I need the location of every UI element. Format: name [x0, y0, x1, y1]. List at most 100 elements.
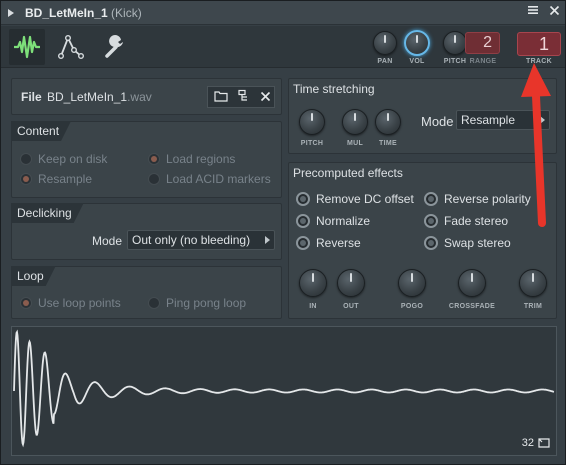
radio-icon [424, 214, 438, 228]
option-label: Keep on disk [38, 152, 108, 166]
open-folder-button[interactable] [211, 86, 231, 106]
zoom-control[interactable]: 32 [522, 437, 550, 449]
fade-stereo-option[interactable]: Fade stereo [424, 214, 508, 228]
ping-pong-loop-option[interactable]: Ping pong loop [148, 296, 246, 310]
title-bar[interactable]: BD_LetMeIn_1 (Kick) [1, 1, 565, 25]
remove-dc-offset-option[interactable]: Remove DC offset [296, 192, 414, 206]
out-label: OUT [343, 303, 359, 310]
pan-knob[interactable] [373, 31, 397, 55]
radio-icon [20, 297, 32, 309]
mixer-track-value[interactable]: 1 [517, 32, 561, 56]
loop-panel: Loop Use loop points Ping pong loop [11, 266, 282, 319]
remove-file-button[interactable] [255, 86, 275, 106]
pan-label: PAN [377, 58, 393, 65]
radio-icon [296, 214, 310, 228]
channel-name: BD_LetMeIn_1 [25, 6, 108, 20]
option-label: Use loop points [38, 296, 121, 310]
tab-misc[interactable] [97, 29, 133, 65]
keep-on-disk-option[interactable]: Keep on disk [20, 152, 107, 166]
radio-icon [148, 153, 160, 165]
ts-time-knob[interactable] [375, 109, 401, 135]
close-icon[interactable] [546, 4, 562, 20]
ts-mode-dropdown[interactable]: Resample [456, 110, 550, 130]
track-label: TRACK [526, 58, 552, 65]
zoom-value: 32 [521, 437, 534, 449]
out-knob[interactable] [337, 269, 365, 297]
radio-icon [20, 173, 32, 185]
folder-icon [214, 91, 228, 102]
channel-subtitle: (Kick) [111, 6, 142, 20]
option-label: Reverse polarity [444, 192, 531, 206]
precomputed-heading: Precomputed effects [293, 166, 403, 180]
pitch-range-value[interactable]: 2 [465, 32, 500, 54]
in-label: IN [309, 303, 317, 310]
resample-option[interactable]: Resample [20, 172, 92, 186]
normalize-option[interactable]: Normalize [296, 214, 370, 228]
file-extension: .wav [127, 90, 152, 104]
chevron-right-icon [540, 116, 545, 124]
content-heading: Content [11, 121, 71, 141]
ts-mul-knob[interactable] [342, 109, 368, 135]
reverse-option[interactable]: Reverse [296, 236, 361, 250]
trim-knob[interactable] [519, 269, 547, 297]
tab-sample[interactable] [9, 29, 45, 65]
wrench-icon [105, 35, 123, 58]
option-label: Load regions [166, 152, 236, 166]
in-knob[interactable] [299, 269, 327, 297]
dropdown-value: Out only (no bleeding) [132, 233, 251, 247]
option-label: Normalize [316, 214, 371, 228]
declick-mode-dropdown[interactable]: Out only (no bleeding) [127, 230, 275, 250]
waveform-graphic [13, 329, 555, 448]
waveform-display[interactable]: 32 [11, 326, 557, 456]
tab-envelope[interactable] [53, 29, 89, 65]
radio-icon [20, 153, 32, 165]
swap-stereo-option[interactable]: Swap stereo [424, 236, 511, 250]
option-label: Reverse [316, 236, 361, 250]
crossfade-label: CROSSFADE [448, 303, 496, 310]
range-label: RANGE [469, 58, 497, 65]
hamburger-icon[interactable] [525, 4, 541, 20]
pitch-knob[interactable] [443, 31, 467, 55]
ts-pitch-knob[interactable] [299, 109, 325, 135]
load-acid-markers-option[interactable]: Load ACID markers [148, 172, 271, 186]
window-title: BD_LetMeIn_1 (Kick) [25, 6, 142, 20]
pitch-label: PITCH [443, 58, 467, 65]
dropdown-value: Resample [461, 113, 516, 127]
volume-knob[interactable] [404, 30, 430, 56]
pogo-knob[interactable] [398, 269, 426, 297]
radio-icon [424, 236, 438, 250]
radio-icon [424, 192, 438, 206]
content-panel: Content Keep on disk Load regions Resamp… [11, 121, 282, 198]
chevron-right-icon [265, 236, 270, 244]
time-stretching-panel: Time stretching PITCH MUL TIME Mode Resa… [288, 78, 557, 154]
loop-heading: Loop [11, 266, 56, 286]
option-label: Ping pong loop [166, 296, 247, 310]
locate-file-button[interactable] [234, 86, 254, 106]
ts-mul-label: MUL [346, 140, 364, 147]
radio-icon [296, 192, 310, 206]
option-label: Resample [38, 172, 93, 186]
file-basename: BD_LetMeIn_1 [47, 90, 128, 104]
load-regions-option[interactable]: Load regions [148, 152, 235, 166]
file-name[interactable]: BD_LetMeIn_1.wav [47, 90, 152, 104]
window-menu-icon[interactable] [8, 9, 14, 17]
trim-label: TRIM [523, 303, 543, 310]
radio-icon [296, 236, 310, 250]
precomputed-effects-panel: Precomputed effects Remove DC offset Rev… [288, 162, 557, 319]
option-label: Fade stereo [444, 214, 509, 228]
pogo-label: POGO [400, 303, 424, 310]
use-loop-points-option[interactable]: Use loop points [20, 296, 121, 310]
option-label: Load ACID markers [166, 172, 271, 186]
time-stretching-heading: Time stretching [293, 82, 375, 96]
ts-time-label: TIME [379, 140, 397, 147]
ts-mode-label: Mode [421, 114, 454, 129]
fit-icon [538, 438, 550, 448]
envelope-icon [57, 34, 85, 60]
declicking-panel: Declicking Mode Out only (no bleeding) [11, 203, 282, 260]
crossfade-knob[interactable] [458, 269, 486, 297]
option-label: Remove DC offset [316, 192, 414, 206]
waveform-icon [14, 35, 40, 59]
ts-pitch-label: PITCH [300, 140, 324, 147]
reverse-polarity-option[interactable]: Reverse polarity [424, 192, 531, 206]
file-label: File [21, 90, 42, 104]
